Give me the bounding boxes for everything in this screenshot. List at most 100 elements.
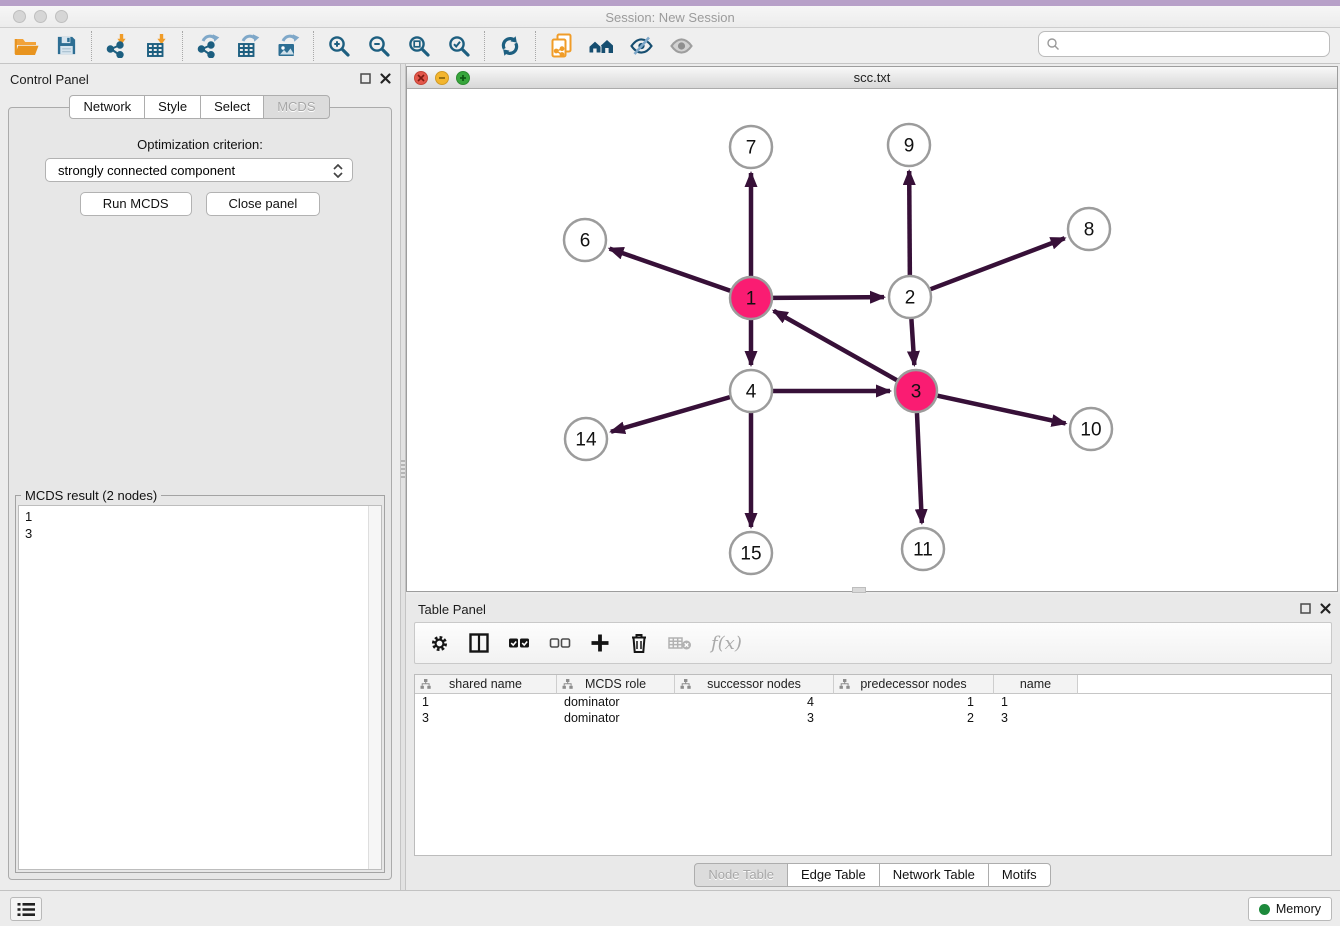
- network-canvas[interactable]: 1234678910111415: [407, 89, 1337, 591]
- network-graph: 1234678910111415: [407, 89, 1337, 591]
- mcds-result-textarea[interactable]: 1 3: [18, 505, 382, 870]
- close-table-panel-icon[interactable]: [1320, 603, 1331, 614]
- open-file-button[interactable]: [6, 30, 46, 62]
- criterion-dropdown[interactable]: strongly connected component: [45, 158, 353, 182]
- memory-button[interactable]: Memory: [1248, 897, 1332, 921]
- zoom-in-button[interactable]: [319, 30, 359, 62]
- delete-row-button[interactable]: [629, 628, 649, 658]
- table-row[interactable]: 3dominator323: [415, 710, 1331, 726]
- column-header-filler: [1078, 675, 1331, 694]
- hide-selected-button[interactable]: [621, 30, 661, 62]
- table-cell[interactable]: 2: [834, 710, 994, 726]
- float-table-panel-icon[interactable]: [1300, 603, 1311, 614]
- table-toolbar: f(x): [414, 622, 1332, 664]
- table-cell[interactable]: 3: [415, 710, 557, 726]
- deselect-all-button[interactable]: [549, 628, 571, 658]
- zoom-fit-button[interactable]: [399, 30, 439, 62]
- control-panel: Control Panel Network Style Select MCDS …: [0, 64, 400, 890]
- show-all-button[interactable]: [661, 30, 701, 62]
- dropdown-stepper-icon: [333, 164, 343, 181]
- toolbar-separator: [535, 31, 536, 61]
- export-image-button[interactable]: [268, 30, 308, 62]
- horizontal-splitter-grip[interactable]: [852, 587, 866, 593]
- tab-edge-table[interactable]: Edge Table: [787, 863, 880, 887]
- main-toolbar: [0, 28, 1340, 64]
- import-table-button[interactable]: [137, 30, 177, 62]
- mcds-result-groupbox: MCDS result (2 nodes) 1 3: [15, 495, 385, 873]
- clone-network-button[interactable]: [541, 30, 581, 62]
- graph-edge-2-8[interactable]: [931, 238, 1065, 289]
- table-settings-button[interactable]: [429, 628, 450, 658]
- graph-edge-1-6[interactable]: [610, 249, 731, 291]
- column-header-name[interactable]: name: [994, 675, 1078, 694]
- criterion-value: strongly connected component: [58, 163, 235, 178]
- run-mcds-button[interactable]: Run MCDS: [80, 192, 192, 216]
- tab-node-table[interactable]: Node Table: [694, 863, 788, 887]
- close-panel-button[interactable]: Close panel: [206, 192, 321, 216]
- eye-icon: [669, 34, 694, 58]
- export-table-button[interactable]: [228, 30, 268, 62]
- graph-edge-3-11[interactable]: [917, 413, 922, 523]
- result-line: 3: [19, 525, 381, 542]
- network-window-titlebar[interactable]: scc.txt: [407, 67, 1337, 89]
- search-box[interactable]: [1038, 31, 1330, 57]
- apply-layout-button[interactable]: [490, 30, 530, 62]
- table-cell[interactable]: 1: [834, 694, 994, 710]
- graph-edge-3-1[interactable]: [774, 311, 897, 380]
- delete-column-button[interactable]: [668, 628, 692, 658]
- table-cell[interactable]: 1: [994, 694, 1078, 710]
- table-row[interactable]: 1dominator411: [415, 694, 1331, 710]
- tab-mcds[interactable]: MCDS: [263, 95, 329, 119]
- graph-node-label: 14: [575, 430, 597, 451]
- save-session-button[interactable]: [46, 30, 86, 62]
- table-cell[interactable]: dominator: [557, 694, 675, 710]
- graph-edge-4-14[interactable]: [611, 397, 730, 432]
- zoom-out-button[interactable]: [359, 30, 399, 62]
- gear-icon: [429, 633, 450, 654]
- add-row-button[interactable]: [590, 628, 610, 658]
- plus-icon: [590, 633, 610, 653]
- select-all-button[interactable]: [508, 628, 530, 658]
- float-panel-icon[interactable]: [360, 73, 371, 84]
- tab-motifs[interactable]: Motifs: [988, 863, 1051, 887]
- table-cell[interactable]: 3: [675, 710, 834, 726]
- graph-edge-3-10[interactable]: [937, 396, 1065, 424]
- table-cell[interactable]: 3: [994, 710, 1078, 726]
- tab-style[interactable]: Style: [144, 95, 201, 119]
- result-scrollbar[interactable]: [368, 506, 381, 869]
- export-network-button[interactable]: [188, 30, 228, 62]
- show-columns-button[interactable]: [469, 628, 489, 658]
- tree-icon: [420, 679, 431, 689]
- tree-icon: [562, 679, 573, 689]
- graph-edge-2-9[interactable]: [909, 171, 910, 275]
- first-neighbors-button[interactable]: [581, 30, 621, 62]
- mcds-tab-pane: Optimization criterion: strongly connect…: [8, 107, 392, 880]
- splitter-grip[interactable]: [401, 460, 405, 480]
- table-panel-title: Table Panel: [418, 602, 486, 617]
- import-network-button[interactable]: [97, 30, 137, 62]
- graph-edge-1-2[interactable]: [773, 297, 884, 298]
- table-cell[interactable]: 1: [415, 694, 557, 710]
- function-builder-icon[interactable]: f(x): [711, 628, 742, 658]
- graph-node-label: 9: [904, 136, 915, 157]
- table-panel: Table Panel: [406, 594, 1340, 890]
- column-header-successor-nodes[interactable]: successor nodes: [675, 675, 834, 694]
- tab-select[interactable]: Select: [200, 95, 264, 119]
- panel-menu-button[interactable]: [10, 897, 42, 921]
- refresh-icon: [498, 34, 522, 58]
- column-header-mcds-role[interactable]: MCDS role: [557, 675, 675, 694]
- graph-edge-2-3[interactable]: [911, 319, 914, 365]
- save-icon: [55, 34, 78, 57]
- tab-network-table[interactable]: Network Table: [879, 863, 989, 887]
- zoom-selected-button[interactable]: [439, 30, 479, 62]
- column-header-shared-name[interactable]: shared name: [415, 675, 557, 694]
- table-cell[interactable]: 4: [675, 694, 834, 710]
- close-panel-icon[interactable]: [380, 73, 391, 84]
- tab-network[interactable]: Network: [69, 95, 145, 119]
- window-titlebar: Session: New Session: [0, 6, 1340, 28]
- search-input[interactable]: [1060, 37, 1329, 52]
- list-icon: [17, 902, 35, 917]
- table-cell[interactable]: dominator: [557, 710, 675, 726]
- column-header-predecessor-nodes[interactable]: predecessor nodes: [834, 675, 994, 694]
- deselect-all-icon: [549, 635, 571, 651]
